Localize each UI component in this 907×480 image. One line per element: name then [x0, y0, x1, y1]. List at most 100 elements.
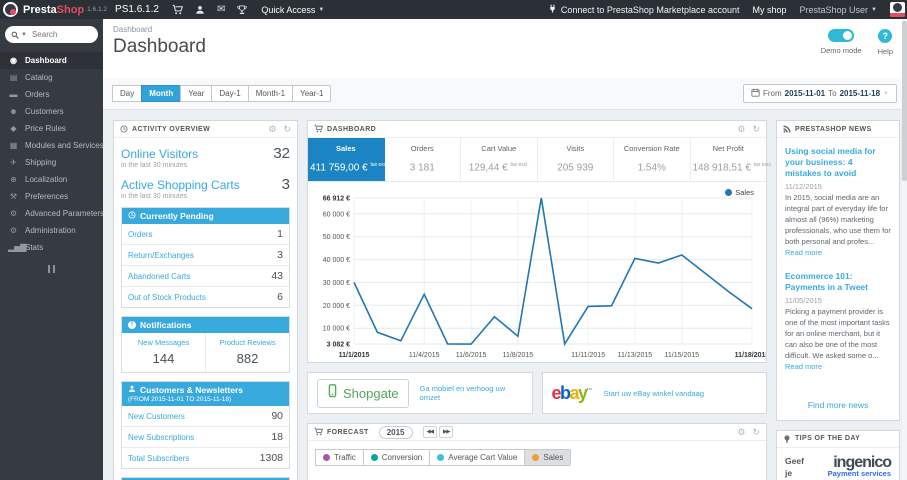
read-more-link[interactable]: Read more — [785, 362, 822, 371]
kpi-tile[interactable]: Net Profit 148 918,51 € tax excl. — [691, 138, 773, 181]
demo-mode-label: Demo mode — [820, 46, 862, 55]
date-filter-button[interactable]: Day — [112, 85, 143, 102]
notification-cell[interactable]: New Messages 144 — [122, 333, 205, 372]
cart-icon[interactable] — [172, 4, 183, 15]
kpi-tile[interactable]: Cart Value 129,44 € tax excl. — [461, 138, 538, 182]
online-visitors-link[interactable]: Online Visitors — [121, 147, 198, 161]
online-visitors-value: 32 — [273, 145, 290, 162]
help-icon[interactable]: ? — [878, 29, 893, 43]
pending-row-link[interactable]: Abandoned Carts — [128, 272, 190, 281]
center-column: DASHBOARD ⚙ ↻ Sales 411 759,00 € tax excl… — [307, 120, 773, 480]
sidebar-item-label: Orders — [25, 90, 50, 99]
sidebar-item[interactable]: ◆ Price Rules — [0, 120, 103, 137]
trophy-icon[interactable] — [237, 5, 248, 15]
chart-legend-item[interactable]: Sales — [725, 188, 754, 197]
date-filter-button[interactable]: Year — [180, 85, 213, 102]
svg-text:11/13/2015: 11/13/2015 — [618, 352, 653, 359]
forecast-legend-button[interactable]: Traffic — [315, 449, 364, 467]
pending-row-link[interactable]: Out of Stock Products — [128, 293, 206, 302]
legend-label: Sales — [543, 453, 564, 463]
date-filter-button[interactable]: Day-1 — [211, 85, 249, 102]
forecast-legend-button[interactable]: Conversion — [362, 449, 431, 467]
search-icon — [11, 26, 19, 44]
previous-year-button[interactable]: ◀◀ — [422, 426, 437, 439]
activity-body: Online Visitors 32 in the last 30 minute… — [114, 138, 297, 480]
article-title-link[interactable]: Using social media for your business: 4 … — [785, 146, 891, 179]
demo-mode-control: Demo mode — [821, 29, 862, 56]
breadcrumb[interactable]: Dashboard — [113, 25, 897, 34]
marketplace-connect-link[interactable]: Connect to PrestaShop Marketplace accoun… — [548, 4, 739, 15]
gear-icon[interactable]: ⚙ — [737, 427, 745, 437]
shopgate-link[interactable]: Ga mobiel en verhoog uw omzet — [420, 384, 523, 402]
customer-row-link[interactable]: New Customers — [128, 412, 185, 421]
notifications-header: ! Notifications — [122, 317, 289, 333]
refresh-icon[interactable]: ↻ — [752, 427, 760, 437]
pending-row-link[interactable]: Return/Exchanges — [128, 251, 194, 260]
forecast-year-badge[interactable]: 2015 — [378, 425, 413, 439]
gear-icon[interactable]: ⚙ — [268, 124, 276, 134]
refresh-icon[interactable]: ↻ — [283, 124, 291, 134]
date-filter-button[interactable]: Month — [141, 85, 182, 102]
refresh-icon[interactable]: ↻ — [752, 124, 760, 134]
page-scrollbar[interactable] — [902, 19, 907, 480]
forecast-legend-button[interactable]: Sales — [524, 449, 572, 467]
clock-icon — [120, 120, 128, 138]
user-icon[interactable] — [195, 5, 205, 15]
shipping-icon: ✈ — [10, 158, 17, 167]
sidebar-item[interactable]: ⚒ Preferences — [0, 188, 103, 205]
quick-access-menu[interactable]: Quick Access ▼ — [261, 5, 324, 15]
ebay-link[interactable]: Start uw eBay winkel vandaag — [604, 389, 704, 398]
sidebar-item[interactable]: ▬ Orders — [0, 86, 103, 103]
scrollbar-thumb[interactable] — [902, 21, 907, 181]
mail-icon[interactable]: ✉ — [217, 4, 225, 15]
search-input[interactable] — [31, 30, 92, 39]
kpi-tile[interactable]: Conversion Rate 1.54% — [614, 138, 691, 182]
kpi-tile[interactable]: Orders 3 181 — [385, 138, 461, 182]
tips-of-the-day-panel: TIPS OF THE DAY ingenico Payment service… — [776, 429, 900, 480]
my-shop-link[interactable]: My shop — [752, 5, 786, 15]
kpi-tile[interactable]: Visits 205 939 — [538, 138, 614, 182]
sidebar-item[interactable]: ☻ Customers — [0, 103, 103, 120]
sidebar-item[interactable]: ▦ Modules and Services — [0, 137, 104, 154]
sidebar-item[interactable]: ⚙ Administration — [0, 222, 103, 239]
sidebar-item[interactable]: ⚙ Advanced Parameters — [0, 205, 104, 222]
pending-row-link[interactable]: Orders — [128, 230, 152, 239]
section-title: Currently Pending — [140, 211, 214, 221]
user-menu[interactable]: PrestaShop User ▼ — [800, 5, 878, 15]
demo-mode-toggle[interactable] — [828, 29, 855, 42]
sidebar-search[interactable]: ▼ — [5, 26, 98, 43]
right-column: PRESTASHOP NEWS Using social media for y… — [776, 120, 900, 480]
next-year-button[interactable]: ▶▶ — [438, 426, 454, 439]
date-filter-button[interactable]: Year-1 — [292, 85, 332, 102]
article-title-link[interactable]: Ecommerce 101: Payments in a Tweet — [785, 271, 891, 293]
customer-row-link[interactable]: New Subscriptions — [128, 433, 194, 442]
find-more-news-link[interactable]: Find more news — [777, 400, 899, 420]
kpi-tile[interactable]: Sales 411 759,00 € tax excl. — [308, 138, 389, 182]
topbar: PrestaShop 1.6.1.2 PS1.6.1.2 ✉ Quick Acc… — [0, 0, 907, 19]
sidebar-collapse-button[interactable] — [44, 265, 60, 273]
cart-icon — [314, 423, 324, 441]
pending-row: Out of Stock Products 6 — [122, 286, 289, 307]
sidebar-item[interactable]: ⊕ Localization — [0, 171, 103, 188]
sidebar-item[interactable]: ✈ Shipping — [0, 154, 103, 171]
news-panel-header: PRESTASHOP NEWS — [777, 121, 899, 138]
chevron-down-icon[interactable]: ▼ — [21, 32, 27, 38]
sidebar-item[interactable]: ▤ Catalog — [0, 69, 103, 86]
date-range-picker[interactable]: From 2015-11-01 To 2015-11-18 ▼ — [742, 84, 897, 103]
stats-icon: ▂▅▇ — [8, 243, 27, 252]
online-visitors-sub: in the last 30 minutes — [121, 162, 188, 169]
customer-row-link[interactable]: Total Subscribers — [128, 454, 189, 463]
sidebar-item[interactable]: ◉ Dashboard — [0, 52, 103, 69]
tips-body: ingenico Payment services Geef je Sales … — [777, 448, 899, 480]
avatar[interactable] — [890, 2, 905, 17]
date-filter-button[interactable]: Month-1 — [247, 85, 294, 102]
sidebar-item[interactable]: ▂▅▇ Stats — [0, 239, 103, 256]
read-more-link[interactable]: Read more — [785, 248, 822, 257]
customers-newsletters-section: Customers & Newsletters (FROM 2015-11-01… — [121, 381, 290, 469]
localization-icon: ⊕ — [10, 175, 17, 184]
sales-line-chart[interactable]: 3 082 € 10 000 € 20 000 € 30 000 € 40 000 € 5… — [308, 184, 766, 362]
forecast-legend-button[interactable]: Average Cart Value — [429, 449, 526, 467]
notification-cell[interactable]: Product Reviews 882 — [205, 333, 289, 372]
gear-icon[interactable]: ⚙ — [737, 124, 745, 134]
active-carts-link[interactable]: Active Shopping Carts — [121, 178, 240, 192]
